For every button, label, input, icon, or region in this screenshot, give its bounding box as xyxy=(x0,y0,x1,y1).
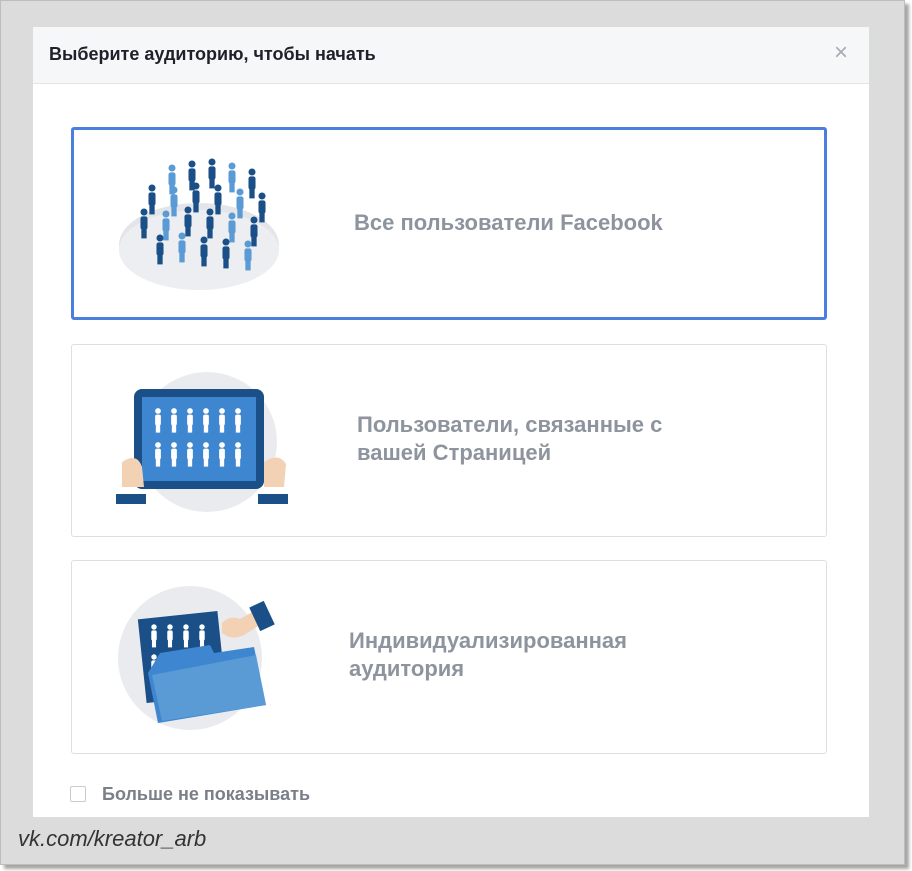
close-icon[interactable]: × xyxy=(831,41,851,65)
folder-audience-icon xyxy=(118,586,275,730)
dialog-title: Выберите аудиторию, чтобы начать xyxy=(49,44,376,64)
audience-dialog: Выберите аудиторию, чтобы начать × Все п… xyxy=(33,27,869,817)
option-custom-audience[interactable]: Индивидуализированная аудитория xyxy=(71,560,827,754)
crowd-icon xyxy=(119,158,279,290)
watermark-text: vk.com/kreator_arb xyxy=(18,826,207,851)
dont-show-again-row[interactable]: Больше не показывать xyxy=(70,782,310,806)
dont-show-again-checkbox[interactable] xyxy=(70,786,86,802)
screenshot-frame: Выберите аудиторию, чтобы начать × Все п… xyxy=(0,0,905,865)
option-page-connected-users[interactable]: Пользователи, связанные с вашей Странице… xyxy=(71,344,827,537)
dialog-header: Выберите аудиторию, чтобы начать × xyxy=(33,27,869,84)
option-all-facebook-users[interactable]: Все пользователи Facebook xyxy=(71,127,827,320)
option-label: Индивидуализированная аудитория xyxy=(349,628,628,681)
dont-show-again-label: Больше не показывать xyxy=(102,783,311,804)
option-label: Все пользователи Facebook xyxy=(354,210,663,235)
option-label: Пользователи, связанные с вашей Странице… xyxy=(357,412,663,465)
tablet-audience-icon xyxy=(116,372,288,512)
